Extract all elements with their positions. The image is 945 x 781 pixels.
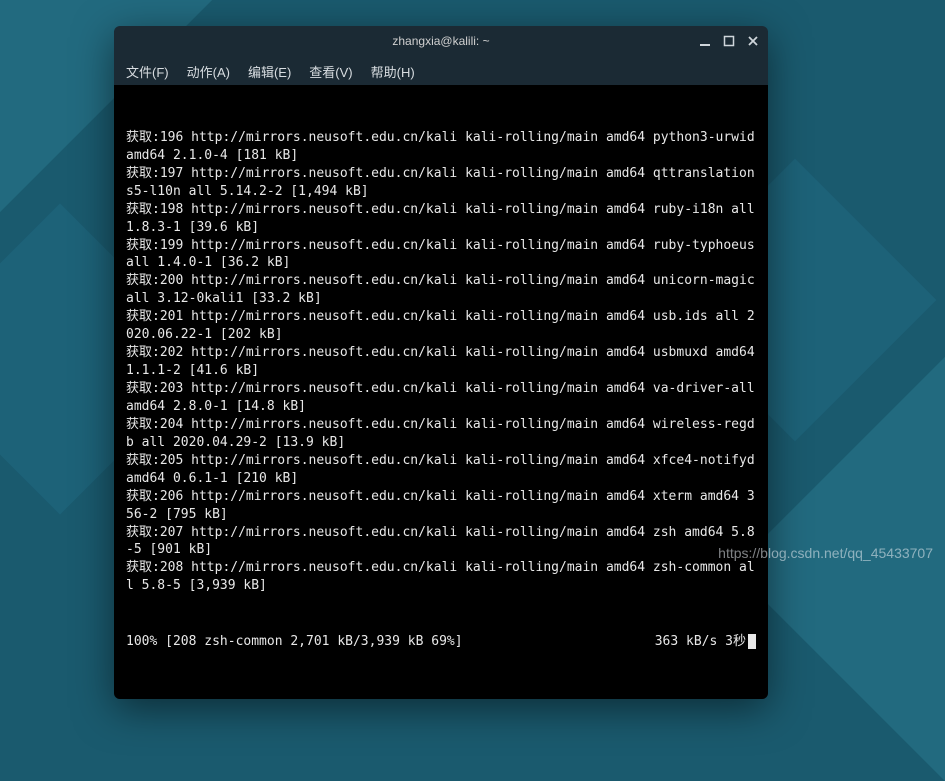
menu-edit[interactable]: 编辑(E): [248, 62, 291, 81]
terminal-line: 获取:196 http://mirrors.neusoft.edu.cn/kal…: [126, 129, 756, 165]
terminal-line: 获取:199 http://mirrors.neusoft.edu.cn/kal…: [126, 237, 756, 273]
terminal-line: 获取:203 http://mirrors.neusoft.edu.cn/kal…: [126, 380, 756, 416]
titlebar[interactable]: zhangxia@kalili: ~: [114, 26, 768, 56]
menubar: 文件(F) 动作(A) 编辑(E) 查看(V) 帮助(H): [114, 56, 768, 85]
terminal-line: 获取:205 http://mirrors.neusoft.edu.cn/kal…: [126, 452, 756, 488]
window-title: zhangxia@kalili: ~: [392, 34, 489, 48]
terminal-line: 获取:204 http://mirrors.neusoft.edu.cn/kal…: [126, 416, 756, 452]
minimize-button[interactable]: [698, 34, 712, 48]
terminal-window: zhangxia@kalili: ~ 文件(F) 动作(A) 编辑(E) 查看(…: [114, 26, 768, 699]
terminal-line: 获取:207 http://mirrors.neusoft.edu.cn/kal…: [126, 524, 756, 560]
progress-line: 100% [208 zsh-common 2,701 kB/3,939 kB 6…: [126, 633, 756, 651]
terminal-line: 获取:200 http://mirrors.neusoft.edu.cn/kal…: [126, 272, 756, 308]
terminal-line: 获取:208 http://mirrors.neusoft.edu.cn/kal…: [126, 559, 756, 595]
progress-left: 100% [208 zsh-common 2,701 kB/3,939 kB 6…: [126, 633, 463, 651]
terminal-line: 获取:197 http://mirrors.neusoft.edu.cn/kal…: [126, 165, 756, 201]
menu-action[interactable]: 动作(A): [187, 62, 230, 81]
cursor-icon: [748, 634, 756, 649]
close-button[interactable]: [746, 34, 760, 48]
terminal-line: 获取:202 http://mirrors.neusoft.edu.cn/kal…: [126, 344, 756, 380]
menu-help[interactable]: 帮助(H): [371, 62, 415, 81]
menu-view[interactable]: 查看(V): [309, 62, 352, 81]
window-controls: [698, 26, 760, 56]
menu-file[interactable]: 文件(F): [126, 62, 169, 81]
progress-right: 363 kB/s 3秒: [655, 633, 756, 651]
terminal-output[interactable]: 获取:196 http://mirrors.neusoft.edu.cn/kal…: [114, 85, 768, 699]
terminal-line: 获取:206 http://mirrors.neusoft.edu.cn/kal…: [126, 488, 756, 524]
watermark: https://blog.csdn.net/qq_45433707: [718, 545, 933, 561]
terminal-line: 获取:201 http://mirrors.neusoft.edu.cn/kal…: [126, 308, 756, 344]
terminal-line: 获取:198 http://mirrors.neusoft.edu.cn/kal…: [126, 201, 756, 237]
maximize-button[interactable]: [722, 34, 736, 48]
